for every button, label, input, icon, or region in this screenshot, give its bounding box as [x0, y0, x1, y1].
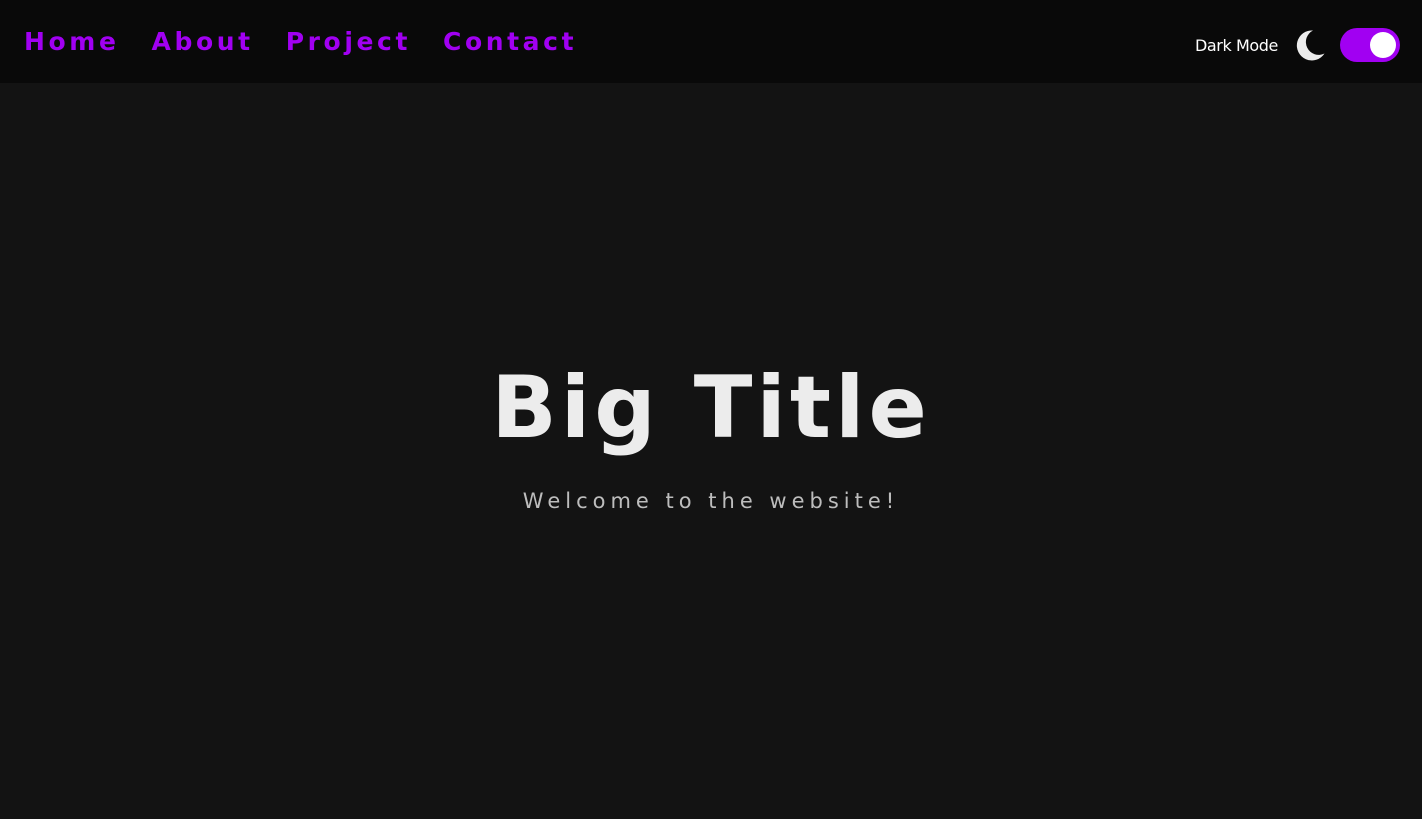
hero-subtitle: Welcome to the website! [522, 489, 900, 513]
nav-link-contact[interactable]: Contact [443, 27, 577, 56]
moon-icon [1296, 30, 1325, 61]
hero-section: Big Title Welcome to the website! [0, 83, 1422, 819]
toggle-knob [1370, 32, 1396, 58]
hero-title: Big Title [491, 358, 931, 458]
theme-switch-area: Dark Mode [1195, 27, 1400, 63]
nav-link-home[interactable]: Home [24, 27, 120, 56]
dark-mode-label: Dark Mode [1194, 35, 1278, 55]
nav-links: Home About Project Contact [24, 22, 609, 60]
nav-link-project[interactable]: Project [286, 27, 411, 56]
navbar: Home About Project Contact Dark Mode [0, 0, 1422, 83]
dark-mode-toggle[interactable] [1340, 28, 1400, 62]
nav-link-about[interactable]: About [152, 27, 254, 56]
